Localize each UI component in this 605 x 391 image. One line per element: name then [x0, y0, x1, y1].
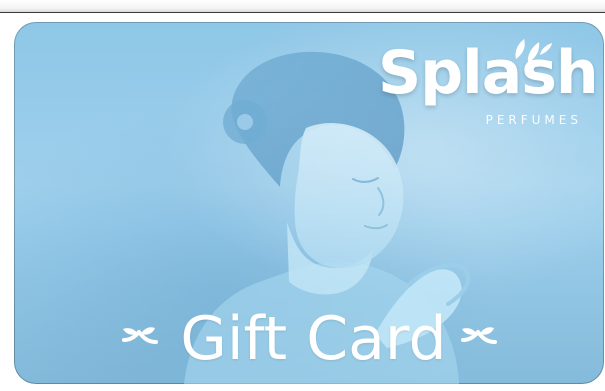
leaf-flourish-icon — [460, 327, 497, 344]
leaf-flourish-icon — [122, 327, 159, 344]
top-strip — [0, 0, 605, 13]
brand-logo: Splash PERFUMES — [378, 37, 599, 132]
brand-wordmark: Splash — [378, 38, 599, 108]
gift-card: Splash PERFUMES Gift Card — [14, 22, 604, 384]
gift-card-title: Gift Card — [180, 304, 447, 374]
splash-drop-icon — [515, 39, 552, 63]
gift-card-title-area: Gift Card — [116, 296, 511, 382]
page: Splash PERFUMES Gift Card — [0, 0, 605, 391]
brand-subtitle: PERFUMES — [485, 113, 582, 127]
